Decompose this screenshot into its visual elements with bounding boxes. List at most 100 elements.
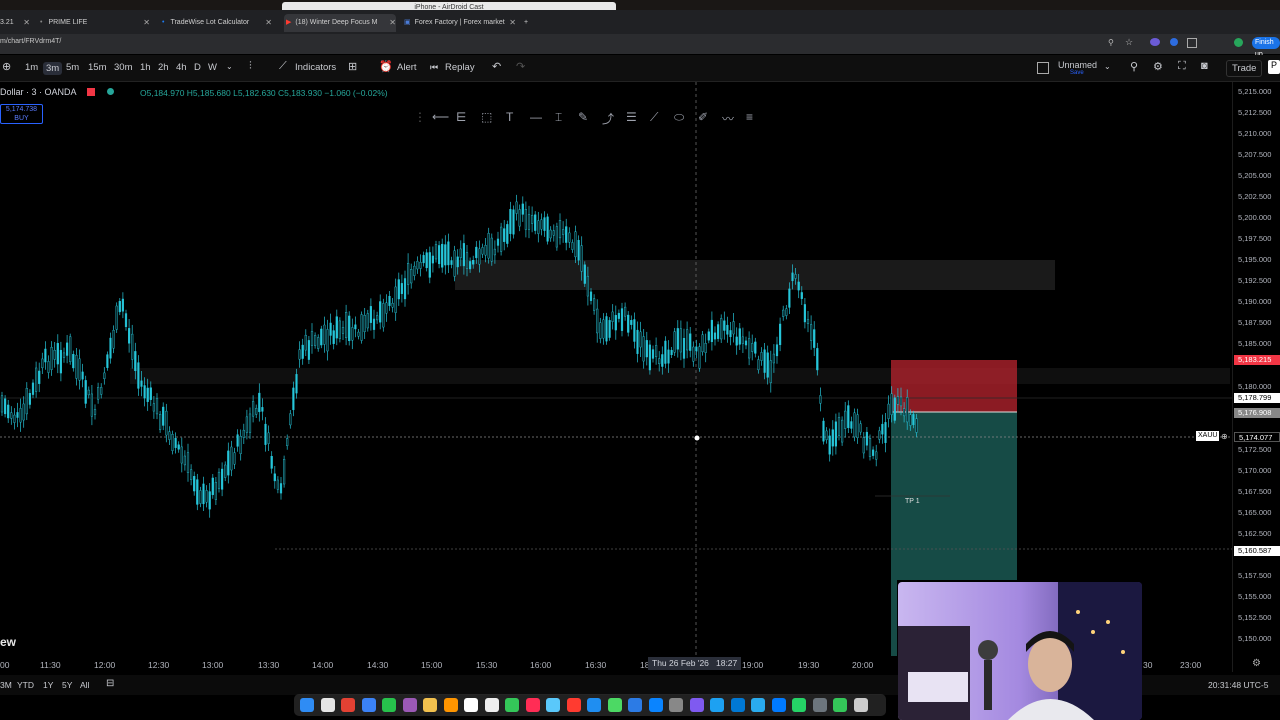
symbol-legend[interactable]: Dollar · 3 · OANDA	[0, 87, 115, 97]
chart-canvas[interactable]	[0, 82, 1232, 656]
settings-gear-icon[interactable]: ⚙	[1153, 60, 1163, 73]
dock-app-icon[interactable]	[484, 698, 499, 712]
layout-name[interactable]: Unnamed	[1058, 60, 1097, 70]
rectangle-icon[interactable]: ⬚	[481, 110, 492, 124]
dock-app-icon[interactable]	[464, 698, 478, 712]
close-icon[interactable]: ✕	[265, 14, 272, 32]
demand-zone[interactable]	[130, 368, 1230, 384]
dock-app-icon[interactable]	[341, 698, 355, 712]
dock-app-icon[interactable]	[505, 698, 519, 712]
order-buy-tag[interactable]: 5,174.738 BUY	[0, 104, 43, 124]
dock-app-icon[interactable]	[300, 698, 314, 712]
horizontal-ray-icon[interactable]: ⟵	[432, 110, 449, 124]
chart-type-icon[interactable]: ⫶	[249, 60, 252, 73]
interval-4h[interactable]: 4h	[176, 62, 187, 73]
stop-loss-zone[interactable]	[891, 360, 1017, 412]
polyline-icon[interactable]: 〰	[722, 110, 734, 127]
dock-app-icon[interactable]	[628, 698, 642, 712]
layout-save-label[interactable]: Save	[1070, 70, 1084, 76]
close-icon[interactable]: ✕	[389, 14, 396, 32]
dock-app-icon[interactable]	[669, 698, 683, 712]
indicators-button[interactable]: Indicators	[295, 62, 336, 73]
dock-app-icon[interactable]	[546, 698, 560, 712]
range-3m[interactable]: 3M	[0, 680, 12, 690]
dock-app-icon[interactable]	[320, 698, 335, 712]
entry-price-tag[interactable]: 5,178.799	[1234, 393, 1280, 403]
symbol-price-tag[interactable]: XAUU	[1196, 431, 1220, 441]
close-icon[interactable]: ✕	[23, 14, 30, 32]
search-icon[interactable]: ⚲	[1130, 60, 1138, 73]
undo-icon[interactable]: ↶	[492, 60, 501, 73]
replay-button[interactable]: Replay	[445, 62, 475, 73]
dock-app-icon[interactable]	[730, 698, 745, 712]
trend-line-icon[interactable]: ⟋	[650, 110, 658, 125]
shape-icon[interactable]: ⬭	[674, 110, 684, 125]
fib-retracement-icon[interactable]: ☰	[626, 110, 637, 124]
publish-button[interactable]: P	[1268, 60, 1280, 74]
dock-app-icon[interactable]	[710, 698, 724, 712]
interval-30m[interactable]: 30m	[114, 62, 132, 73]
browser-tab[interactable]: • TradeWise Lot Calculator ✕	[162, 14, 272, 32]
stop-loss-price-tag[interactable]: 5,183.215	[1234, 355, 1280, 365]
highlighter-icon[interactable]: ✐	[698, 110, 708, 124]
price-range-icon[interactable]: ⌶	[555, 110, 562, 125]
target-price-tag[interactable]: 5,160.587	[1234, 546, 1280, 556]
dock-app-icon[interactable]	[382, 698, 396, 712]
dock-app-icon[interactable]	[853, 698, 868, 712]
dock-app-icon[interactable]	[566, 698, 581, 712]
interval-w[interactable]: W	[208, 62, 217, 73]
date-range-icon[interactable]: ⊟	[106, 678, 114, 689]
dock-app-icon[interactable]	[771, 698, 786, 712]
clock-text[interactable]: 20:31:48 UTC-5	[1208, 680, 1268, 690]
browser-tab[interactable]: ▶ (18) Winter Deep Focus M ✕	[284, 14, 396, 32]
menu-icon[interactable]: ≡	[746, 110, 753, 124]
horizontal-line-icon[interactable]: ―	[530, 110, 542, 124]
redo-icon[interactable]: ↷	[516, 60, 525, 73]
brush-icon[interactable]: ✎	[578, 110, 588, 124]
add-symbol-icon[interactable]: ⊕	[2, 60, 11, 73]
fullscreen-icon[interactable]: ⛶	[1178, 60, 1186, 73]
dock-app-icon[interactable]	[443, 698, 458, 712]
interval-2h[interactable]: 2h	[158, 62, 169, 73]
interval-d[interactable]: D	[194, 62, 201, 73]
close-icon[interactable]: ✕	[509, 14, 516, 32]
dock-app-icon[interactable]	[525, 698, 540, 712]
alert-button[interactable]: Alert	[397, 62, 417, 73]
bookmark-star-icon[interactable]: ☆	[1125, 37, 1133, 48]
zoom-icon[interactable]: ⚲	[1108, 38, 1114, 47]
chevron-down-icon[interactable]: ⌄	[1104, 62, 1111, 71]
dock-app-icon[interactable]	[751, 698, 765, 712]
close-icon[interactable]: ✕	[143, 14, 150, 32]
dock-app-icon[interactable]	[587, 698, 601, 712]
add-alert-icon[interactable]: ⊕	[1221, 432, 1228, 441]
price-chart[interactable]	[0, 82, 1232, 656]
dock-app-icon[interactable]	[812, 698, 827, 712]
dock-app-icon[interactable]	[361, 698, 376, 712]
dock-app-icon[interactable]	[833, 698, 847, 712]
extension-icon[interactable]	[1150, 38, 1160, 46]
camera-icon[interactable]: ◙	[1201, 60, 1208, 72]
last-price-tag[interactable]: 5,174.077	[1234, 432, 1280, 442]
browser-tab[interactable]: • PRIME LIFE ✕	[40, 14, 150, 32]
extension-icon[interactable]	[1170, 38, 1178, 46]
new-tab-button[interactable]: +	[524, 14, 528, 32]
text-tool-icon[interactable]: T	[506, 110, 513, 124]
finish-update-button[interactable]: Finish up	[1252, 37, 1280, 58]
parallel-channel-icon[interactable]: ⋿	[456, 110, 466, 124]
dock-app-icon[interactable]	[792, 698, 806, 712]
profile-avatar[interactable]	[1234, 38, 1243, 47]
trade-button[interactable]: Trade	[1226, 60, 1263, 77]
current-price-tag[interactable]: 5,176.908	[1234, 408, 1280, 418]
supply-zone[interactable]	[455, 260, 1055, 290]
interval-5m[interactable]: 5m	[66, 62, 79, 73]
address-bar[interactable]	[0, 34, 1280, 54]
interval-1m[interactable]: 1m	[25, 62, 38, 73]
dock-app-icon[interactable]	[648, 698, 663, 712]
dock-app-icon[interactable]	[402, 698, 417, 712]
dock-app-icon[interactable]	[689, 698, 704, 712]
range-all[interactable]: All	[80, 680, 89, 690]
auto-scale-icon[interactable]: ⚙	[1252, 658, 1261, 669]
dock-app-icon[interactable]	[423, 698, 437, 712]
dock-app-icon[interactable]	[607, 698, 622, 712]
symbol-name[interactable]: Dollar · 3 · OANDA	[0, 87, 76, 97]
